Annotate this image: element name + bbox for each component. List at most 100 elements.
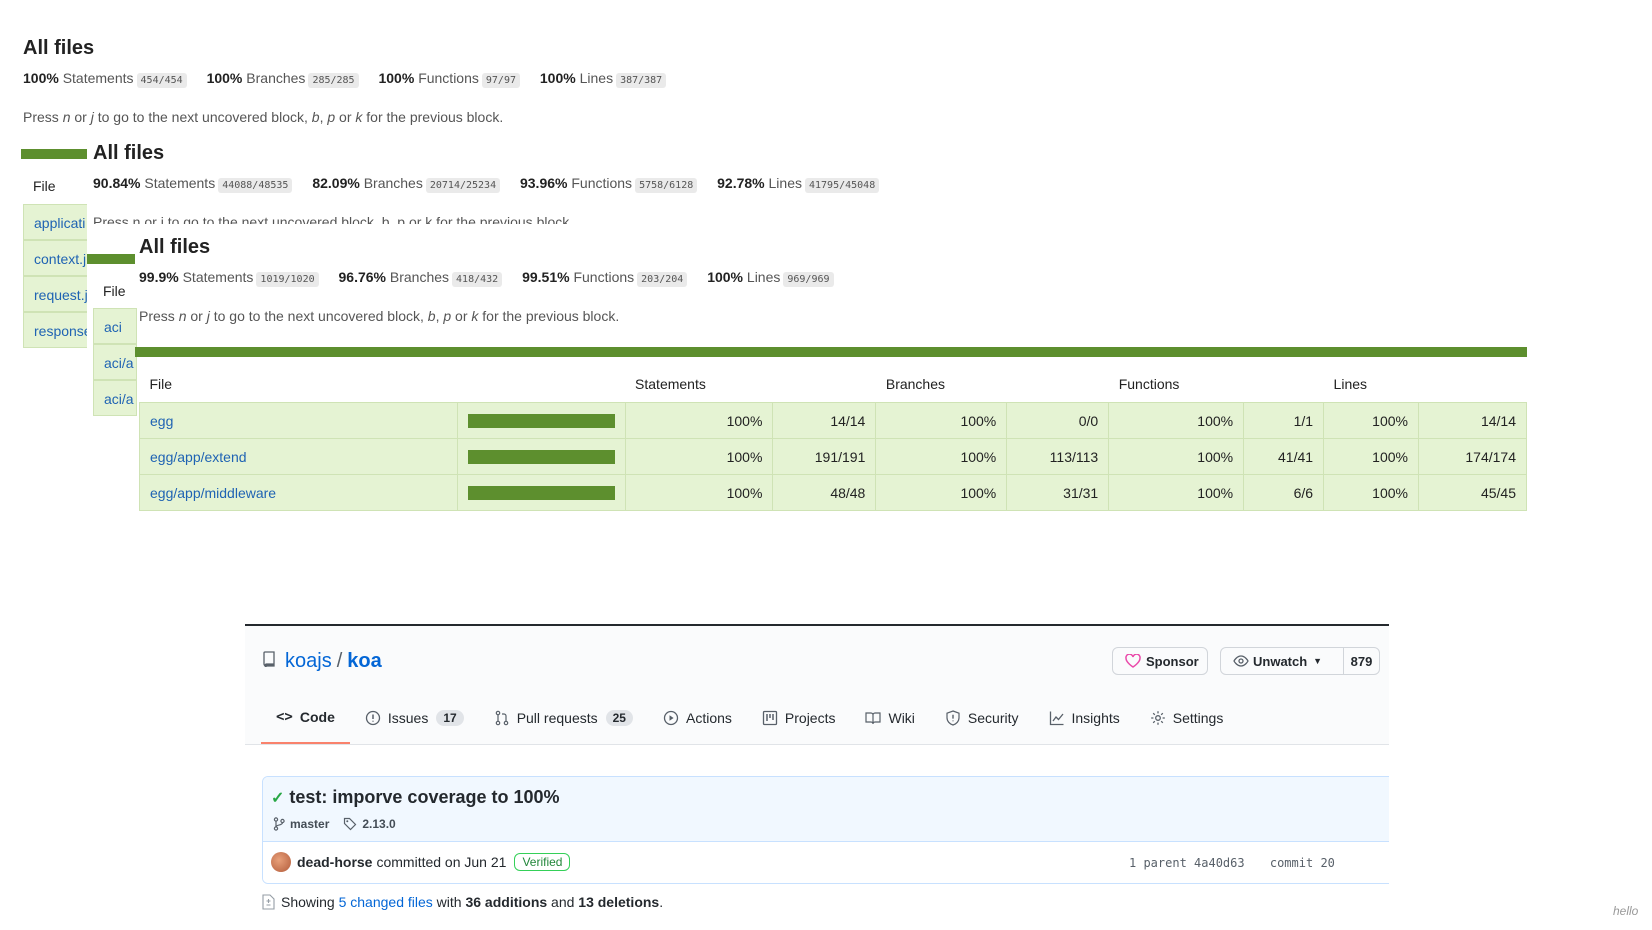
table-row: egg/app/extend 100% 191/191 100% 113/113…	[139, 438, 1528, 475]
commit-header: ✓ test: imporve coverage to 100% master …	[263, 777, 1389, 842]
file-row-link[interactable]: response	[23, 312, 89, 348]
coverage-report-2-files: File aci aci/a aci/a	[87, 224, 137, 420]
tab-code[interactable]: <> Code	[261, 692, 350, 744]
coverage-progress-bar	[467, 485, 615, 500]
insights-icon	[1049, 710, 1065, 726]
functions-column-header[interactable]: Functions	[1109, 366, 1324, 403]
branches-stat: 100% Branches 285/285	[207, 70, 359, 88]
code-icon: <>	[276, 709, 293, 725]
unwatch-button[interactable]: Unwatch ▼	[1221, 648, 1344, 674]
functions-stat: 93.96% Functions 5758/6128	[520, 175, 698, 193]
file-column-header[interactable]: File	[140, 366, 458, 403]
file-row-link[interactable]: applicati	[23, 204, 89, 240]
file-row-link[interactable]: aci	[93, 308, 137, 344]
coverage-bar	[87, 254, 135, 264]
pull-requests-count: 25	[605, 710, 633, 726]
lines-stat: 92.78% Lines 41795/45048	[717, 175, 880, 193]
tab-projects[interactable]: Projects	[747, 710, 851, 726]
commit-refs: master 2.13.0	[273, 817, 396, 831]
author-link[interactable]: dead-horse	[297, 854, 372, 870]
eye-icon	[1233, 655, 1249, 667]
tab-actions[interactable]: Actions	[648, 710, 747, 726]
tab-insights[interactable]: Insights	[1034, 710, 1135, 726]
caret-down-icon: ▼	[1313, 656, 1323, 666]
coverage-progress-bar	[467, 413, 615, 428]
navigation-hint: Press n or j to go to the next uncovered…	[23, 109, 504, 125]
functions-stat: 99.51% Functions 203/204	[522, 269, 688, 287]
issues-count: 17	[436, 710, 464, 726]
coverage-bar	[21, 149, 87, 159]
commit-author-row: dead-horse committed on Jun 21 Verified	[271, 852, 571, 872]
coverage-report-3: All files 99.9% Statements 1019/1020 96.7…	[135, 224, 1529, 540]
table-row: egg/app/middleware 100% 48/48 100% 31/31…	[139, 474, 1528, 511]
tab-wiki[interactable]: Wiki	[850, 710, 929, 726]
issue-icon	[365, 710, 381, 726]
repo-header: koajs / koa Sponsor Unwatch ▼ 879 <> Cod…	[245, 624, 1389, 745]
statements-stat: 90.84% Statements 44088/48535	[93, 175, 293, 193]
file-row-link[interactable]: aci/a	[93, 344, 137, 380]
tab-settings[interactable]: Settings	[1135, 710, 1239, 726]
coverage-summary: 90.84% Statements 44088/48535 82.09% Bran…	[93, 175, 895, 193]
changed-files-link[interactable]: 5 changed files	[339, 894, 433, 910]
branches-stat: 82.09% Branches 20714/25234	[312, 175, 501, 193]
github-commit-page: koajs / koa Sponsor Unwatch ▼ 879 <> Cod…	[245, 624, 1389, 930]
coverage-table: File Statements Branches Functions Lines…	[139, 366, 1528, 511]
tab-issues[interactable]: Issues 17	[350, 710, 479, 726]
file-column-header: File	[33, 178, 56, 194]
parent-sha-link[interactable]: 4a40d63	[1194, 856, 1245, 870]
commit-sha: 20	[1320, 856, 1335, 870]
repo-tabs: <> Code Issues 17 Pull requests 25 Actions…	[261, 692, 1238, 744]
additions-count: 36 additions	[465, 894, 548, 910]
repo-owner-link[interactable]: koajs	[285, 650, 332, 673]
report-title: All files	[93, 142, 165, 164]
repo-name-link[interactable]: koa	[347, 650, 381, 673]
branches-column-header[interactable]: Branches	[876, 366, 1109, 403]
table-row: egg 100% 14/14 100% 0/0 100% 1/1 100% 14…	[139, 402, 1528, 439]
file-column-header: File	[103, 283, 126, 299]
branches-stat: 96.76% Branches 418/432	[339, 269, 503, 287]
branch-icon	[273, 817, 285, 831]
statements-stat: 99.9% Statements 1019/1020	[139, 269, 319, 287]
coverage-progress-bar	[467, 449, 615, 464]
overall-coverage-bar	[135, 347, 1527, 357]
file-link[interactable]: egg/app/extend	[150, 449, 247, 465]
table-header-row: File Statements Branches Functions Lines	[140, 366, 1527, 403]
file-link[interactable]: egg	[150, 413, 173, 429]
commit-shas: 1 parent 4a40d63 commit 20	[1129, 856, 1335, 870]
watch-count[interactable]: 879	[1344, 654, 1379, 669]
file-row-link[interactable]: context.j	[23, 240, 89, 276]
tag-icon	[343, 817, 357, 831]
sponsor-button[interactable]: Sponsor	[1112, 647, 1208, 675]
tab-pull-requests[interactable]: Pull requests 25	[479, 710, 648, 726]
tab-security[interactable]: Security	[930, 710, 1034, 726]
avatar[interactable]	[271, 852, 291, 872]
navigation-hint: Press n or j to go to the next uncovered…	[139, 308, 620, 324]
projects-icon	[762, 710, 778, 726]
commit-date: committed on Jun 21	[376, 854, 507, 870]
lines-stat: 100% Lines 969/969	[707, 269, 834, 287]
diff-summary: Showing 5 changed files with 36 addition…	[262, 894, 663, 910]
coverage-summary: 99.9% Statements 1019/1020 96.76% Branche…	[139, 269, 850, 287]
statements-stat: 100% Statements 454/454	[23, 70, 187, 88]
repo-icon	[263, 650, 277, 673]
lines-column-header[interactable]: Lines	[1324, 366, 1527, 403]
verified-badge[interactable]: Verified	[514, 853, 571, 871]
tag-link[interactable]: 2.13.0	[362, 817, 395, 831]
pull-request-icon	[494, 710, 510, 726]
branch-link[interactable]: master	[290, 817, 329, 831]
commit-box: ✓ test: imporve coverage to 100% master …	[262, 776, 1389, 884]
deletions-count: 13 deletions	[578, 894, 660, 910]
commit-title: test: imporve coverage to 100%	[289, 787, 560, 807]
report-title: All files	[139, 236, 211, 258]
actions-icon	[663, 710, 679, 726]
heart-icon	[1125, 654, 1141, 668]
wiki-icon	[865, 710, 882, 726]
file-diff-icon	[262, 894, 275, 910]
report-title: All files	[23, 37, 95, 59]
commit-title-row: ✓ test: imporve coverage to 100%	[271, 787, 560, 808]
file-link[interactable]: egg/app/middleware	[150, 485, 276, 501]
security-icon	[945, 710, 961, 726]
file-row-link[interactable]: aci/a	[93, 380, 137, 416]
file-row-link[interactable]: request.j	[23, 276, 89, 312]
statements-column-header[interactable]: Statements	[625, 366, 876, 403]
